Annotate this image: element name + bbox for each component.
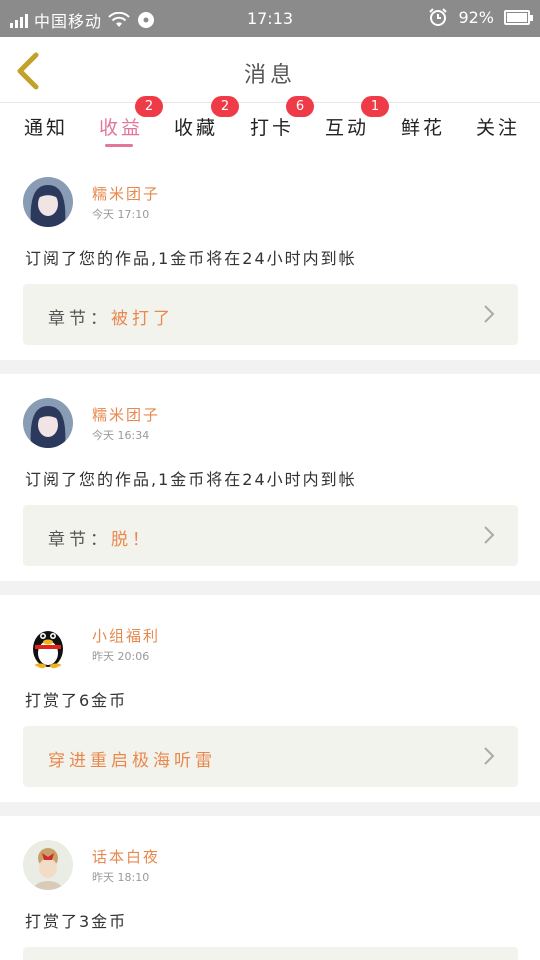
message-card: 话本白夜 昨天 18:10 打赏了3金币	[0, 816, 540, 960]
tab-label: 通知	[24, 117, 69, 139]
page-title: 消息	[243, 63, 296, 88]
message-time: 昨天 18:10	[92, 871, 150, 884]
chapter-text: 章节：脱！	[48, 525, 153, 550]
message-text: 打赏了6金币	[25, 691, 128, 710]
tab-label: 收益	[99, 117, 144, 139]
badge-favorites: 2	[211, 96, 239, 117]
user-name[interactable]: 糯米团子	[92, 404, 160, 425]
message-text: 打赏了3金币	[25, 912, 128, 931]
message-text: 订阅了您的作品,1金币将在24小时内到帐	[25, 249, 357, 268]
tab-favorites[interactable]: 收藏	[174, 113, 218, 140]
chapter-label: 章节：	[48, 309, 111, 329]
user-name[interactable]: 小组福利	[92, 625, 160, 646]
tab-earnings[interactable]: 收益	[99, 113, 144, 147]
message-text: 订阅了您的作品,1金币将在24小时内到帐	[25, 470, 357, 489]
message-time: 今天 17:10	[92, 208, 150, 221]
active-tab-indicator	[105, 144, 133, 147]
work-link[interactable]: 穿进重启极海听雷	[23, 726, 518, 787]
tab-label: 关注	[476, 117, 521, 139]
chapter-value: 被打了	[111, 309, 174, 329]
badge-interaction: 1	[361, 96, 389, 117]
tab-interaction[interactable]: 互动	[325, 113, 369, 140]
tab-checkin[interactable]: 打卡	[250, 113, 294, 140]
header: 消息	[0, 37, 540, 103]
message-card: 小组福利 昨天 20:06 打赏了6金币 穿进重启极海听雷	[0, 595, 540, 802]
chapter-label: 章节：	[48, 530, 111, 550]
tab-label: 打卡	[250, 117, 295, 139]
message-card: 糯米团子 今天 16:34 订阅了您的作品,1金币将在24小时内到帐 章节：脱！	[0, 374, 540, 581]
chapter-link[interactable]: 章节：脱！	[23, 505, 518, 566]
chapter-link[interactable]: 章节：被打了	[23, 284, 518, 345]
battery-icon	[504, 9, 533, 25]
tab-bar: 通知 收益 收藏 打卡 互动 鲜花 关注	[0, 103, 540, 153]
tab-flowers[interactable]: 鲜花	[401, 113, 445, 140]
tab-label: 收藏	[174, 117, 219, 139]
status-bar: 中国移动 17:13 92%	[0, 0, 540, 37]
chevron-right-icon	[484, 526, 495, 544]
message-list: 糯米团子 今天 17:10 订阅了您的作品,1金币将在24小时内到帐 章节：被打…	[0, 153, 540, 960]
tab-label: 互动	[325, 117, 370, 139]
tab-label: 鲜花	[401, 117, 446, 139]
chevron-right-icon	[484, 305, 495, 323]
badge-earnings: 2	[135, 96, 163, 117]
tab-follow[interactable]: 关注	[476, 113, 520, 140]
message-time: 昨天 20:06	[92, 650, 150, 663]
chapter-text: 章节：被打了	[48, 304, 174, 329]
status-right: 92%	[428, 7, 533, 27]
avatar[interactable]	[23, 840, 73, 890]
badge-checkin: 6	[286, 96, 314, 117]
avatar[interactable]	[23, 619, 73, 669]
battery-percent: 92%	[458, 7, 494, 27]
message-card: 糯米团子 今天 17:10 订阅了您的作品,1金币将在24小时内到帐 章节：被打…	[0, 153, 540, 360]
chapter-link[interactable]	[23, 947, 518, 960]
chevron-right-icon	[484, 747, 495, 765]
user-name[interactable]: 糯米团子	[92, 183, 160, 204]
work-title: 穿进重启极海听雷	[48, 751, 216, 771]
avatar[interactable]	[23, 177, 73, 227]
alarm-icon	[429, 8, 448, 26]
message-time: 今天 16:34	[92, 429, 150, 442]
chapter-value: 脱！	[111, 530, 153, 550]
tab-notice[interactable]: 通知	[24, 113, 68, 140]
chapter-text: 穿进重启极海听雷	[48, 746, 216, 771]
avatar[interactable]	[23, 398, 73, 448]
user-name[interactable]: 话本白夜	[92, 846, 160, 867]
